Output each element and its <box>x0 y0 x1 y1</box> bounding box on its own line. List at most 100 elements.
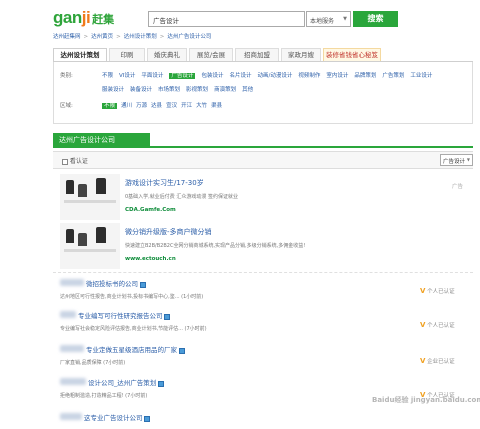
list-item[interactable]: 微招投标书的公司 <box>86 278 146 288</box>
filter-option[interactable]: VI设计 <box>119 73 135 79</box>
blurred-text <box>60 378 86 385</box>
area-label: 区域: <box>60 103 73 109</box>
tab-2[interactable]: 婚庆典礼 <box>147 48 187 61</box>
filter-option[interactable]: 万源 <box>136 103 147 109</box>
filter-option[interactable]: 服装设计 <box>102 87 124 93</box>
sort-select-value: 广告设计 <box>443 159 466 165</box>
filter-option[interactable]: 商演策划 <box>214 87 236 93</box>
listing-description: 厂家直销,品质保障 (7小时前) <box>60 360 126 366</box>
ad-image[interactable] <box>60 223 120 269</box>
logo[interactable]: ganji 赶集 <box>53 8 114 28</box>
sort-bar <box>53 151 473 169</box>
verification-label: 企业已认证 <box>427 359 455 365</box>
tag-icon <box>178 347 185 354</box>
ad-description: 快速建立B2B/B2B2C全网分销商城系统,实现产品分销,多级分销系统,多佣金收… <box>125 243 306 249</box>
tab-5[interactable]: 家政月嫂 <box>281 48 321 61</box>
tab-3[interactable]: 展览/会展 <box>189 48 233 61</box>
search-scope-select[interactable]: 本地服务 ▼ <box>306 11 351 27</box>
filter-option[interactable]: 渠县 <box>211 103 222 109</box>
filter-option[interactable]: 大竹 <box>196 103 207 109</box>
list-item[interactable]: 这专业广告设计公司 <box>84 412 151 422</box>
filter-option[interactable]: 室内设计 <box>326 73 348 79</box>
section-title: 达州广告设计公司 <box>53 133 150 147</box>
category-row-1: 不限 VI设计 平面设计 广告设计 包装设计 名片设计 动画/动漫设计 视频制作 室内设计 品牌策… <box>102 71 438 79</box>
chevron-down-icon: ▼ <box>343 16 347 22</box>
verified-filter-label: 看认证 <box>69 158 88 165</box>
verification-label: 个人已认证 <box>427 323 455 329</box>
list-item[interactable]: 专业定做五星级酒店用品的厂家 <box>86 344 185 354</box>
logo-text: gan <box>53 8 82 27</box>
verified-icon: V <box>420 287 426 295</box>
verified-icon: V <box>420 357 426 365</box>
sort-select[interactable]: 广告设计 ▼ <box>440 154 473 166</box>
ad-badge: 广告 <box>452 184 464 190</box>
ad-image[interactable] <box>60 174 120 220</box>
tab-6[interactable]: 装修省钱省心秘笈 <box>323 48 381 61</box>
filter-option[interactable]: 广告设计 <box>169 73 196 79</box>
area-row: 不限 通川 万源 达县 宣汉 开江 大竹 渠县 <box>102 101 226 109</box>
ad-description: 0基础入学,就业后付费 汇众游戏动漫 签约保证就业 <box>125 194 238 200</box>
category-tabs: 达州设计策划 印刷 婚庆典礼 展览/会展 招商加盟 家政月嫂 装修省钱省心秘笈 <box>53 48 383 61</box>
filter-option[interactable]: 平面设计 <box>141 73 163 79</box>
tag-icon <box>164 313 171 320</box>
breadcrumb-item[interactable]: 达州黄页 <box>91 34 113 40</box>
filter-option[interactable]: 装备设计 <box>130 87 152 93</box>
listing-title[interactable]: 微招投标书的公司 <box>86 280 138 288</box>
breadcrumb-item[interactable]: 达州设计策划 <box>124 34 157 40</box>
filter-option[interactable]: 工业设计 <box>410 73 432 79</box>
breadcrumb-separator: > <box>83 34 89 40</box>
breadcrumb: 达州赶集网 > 达州黄页 > 达州设计策划 > 达州广告设计公司 <box>53 32 211 40</box>
listing-title[interactable]: 这专业广告设计公司 <box>84 414 143 422</box>
chevron-down-icon: ▼ <box>466 157 470 162</box>
verification-label: 个人已认证 <box>427 289 455 295</box>
tab-4[interactable]: 招商加盟 <box>235 48 279 61</box>
ad-title[interactable]: 游戏设计实习生/17-30岁 <box>125 178 204 188</box>
ad-url[interactable]: CDA.Gamfe.Com <box>125 207 176 213</box>
breadcrumb-separator: > <box>116 34 121 40</box>
filter-option[interactable]: 视频制作 <box>298 73 320 79</box>
ad-title[interactable]: 微分销升级版-多商户微分销 <box>125 227 212 237</box>
listing-description: 达州地区可行性报告,商业计划书,投标书编写中心,鉴... (1小时前) <box>60 294 204 300</box>
tab-0[interactable]: 达州设计策划 <box>53 48 107 61</box>
filter-option[interactable]: 动画/动漫设计 <box>257 73 292 79</box>
filter-option[interactable]: 开江 <box>181 103 192 109</box>
blurred-text <box>60 311 76 318</box>
listing-description: 专业编写社会稳定风险评估报告,商业计划书,节能评估... (7小时前) <box>60 326 207 332</box>
verified-icon: V <box>420 321 426 329</box>
category-row-2: 服装设计 装备设计 市场策划 影视策划 商演策划 其他 <box>102 85 259 93</box>
category-label: 类别: <box>60 73 73 79</box>
tab-1[interactable]: 印刷 <box>109 48 145 61</box>
search-button[interactable]: 搜索 <box>353 11 398 27</box>
filter-option[interactable]: 品牌策划 <box>354 73 376 79</box>
verified-filter[interactable]: 看认证 <box>62 156 88 165</box>
filter-option[interactable]: 包装设计 <box>201 73 223 79</box>
divider <box>53 272 473 273</box>
list-item[interactable]: 专业编写可行性研究报告公司 <box>78 310 171 320</box>
listing-title[interactable]: 设计公司_达州广告策划 <box>88 379 156 387</box>
filter-option[interactable]: 广告策划 <box>382 73 404 79</box>
filter-option[interactable]: 其他 <box>242 87 253 93</box>
search-input[interactable]: 广告设计 <box>148 11 305 27</box>
verification-badge: V 个人已认证 <box>420 287 455 295</box>
filter-option[interactable]: 宣汉 <box>166 103 177 109</box>
ad-url[interactable]: www.ectouch.cn <box>125 256 176 262</box>
listing-title[interactable]: 专业定做五星级酒店用品的厂家 <box>86 346 177 354</box>
filter-option[interactable]: 达县 <box>151 103 162 109</box>
breadcrumb-item[interactable]: 达州赶集网 <box>53 34 81 40</box>
filter-option[interactable]: 不限 <box>102 73 113 79</box>
list-item[interactable]: 设计公司_达州广告策划 <box>88 377 165 387</box>
filter-option[interactable]: 不限 <box>102 103 118 109</box>
breadcrumb-item[interactable]: 达州广告设计公司 <box>167 34 211 40</box>
tag-icon <box>144 415 151 422</box>
section-divider <box>53 146 473 148</box>
listing-description: 拒绝粗制滥造,打造精品工程! (7小时前) <box>60 393 148 399</box>
filter-option[interactable]: 市场策划 <box>158 87 180 93</box>
filter-option[interactable]: 名片设计 <box>229 73 251 79</box>
listing-title[interactable]: 专业编写可行性研究报告公司 <box>78 312 163 320</box>
filter-option[interactable]: 影视策划 <box>186 87 208 93</box>
logo-accent: ji <box>81 8 91 27</box>
blurred-text <box>60 279 84 286</box>
checkbox[interactable] <box>62 158 68 165</box>
verification-badge: V 企业已认证 <box>420 357 455 365</box>
filter-option[interactable]: 通川 <box>121 103 132 109</box>
